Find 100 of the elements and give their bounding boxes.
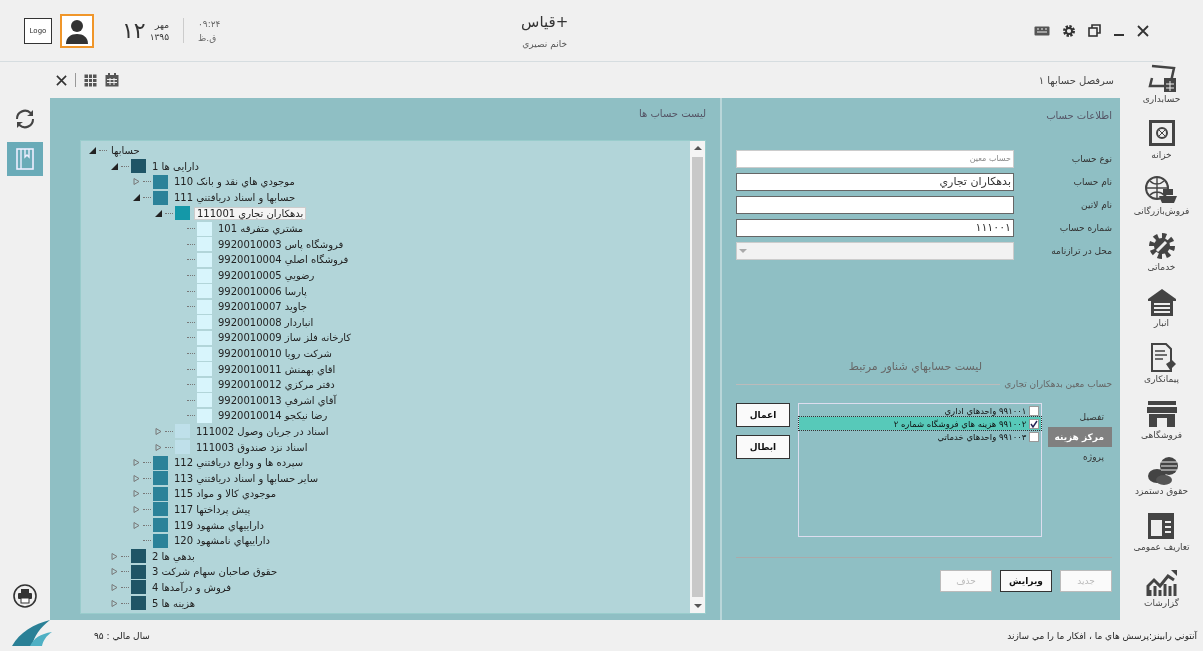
field-label: شماره حساب xyxy=(1058,223,1112,233)
calendar-icon[interactable] xyxy=(105,73,119,87)
node-square xyxy=(197,377,212,392)
expand-triangle-icon[interactable] xyxy=(111,583,118,591)
scroll-up-icon[interactable] xyxy=(693,146,702,150)
nav-item[interactable]: حسابداری xyxy=(1142,62,1181,116)
printer-icon[interactable] xyxy=(13,584,37,608)
nav-item[interactable]: پیمانکاری xyxy=(1143,342,1180,396)
expand-triangle-icon[interactable] xyxy=(155,428,162,435)
checkbox[interactable] xyxy=(1029,405,1040,416)
close-icon[interactable] xyxy=(1137,24,1149,37)
node-square xyxy=(153,455,168,470)
input-field[interactable]: بدهكاران تجاري xyxy=(736,173,1014,191)
node-square xyxy=(153,190,168,205)
fiscal-year: سال مالي : ۹۵ xyxy=(94,630,150,641)
period-text: ق.ظ xyxy=(198,32,218,43)
avatar-button[interactable] xyxy=(60,13,94,48)
node-square xyxy=(153,471,168,486)
category-item[interactable]: مركز هزينه xyxy=(1048,427,1112,447)
day-number: ۱۲ xyxy=(122,18,146,43)
node-square xyxy=(197,330,212,345)
node-square xyxy=(197,346,212,361)
node-square xyxy=(153,175,168,189)
breadcrumb: سرفصل حسابها ۱ xyxy=(1038,74,1114,86)
expand-triangle-icon[interactable] xyxy=(155,443,162,451)
node-square xyxy=(197,362,212,377)
nav-item[interactable]: حقوق دستمزد xyxy=(1134,454,1189,508)
expand-triangle-icon[interactable] xyxy=(111,568,118,576)
node-square xyxy=(131,549,146,564)
collapse-triangle-icon[interactable] xyxy=(133,194,140,202)
section-subtitle: حساب معين بدهكاران تجاري xyxy=(1004,379,1112,389)
node-square xyxy=(197,221,212,236)
field-label: محل در ترازنامه xyxy=(1050,246,1112,256)
expand-triangle-icon[interactable] xyxy=(133,459,140,467)
node-square xyxy=(197,237,212,252)
nav-item[interactable]: فروش‌بازرگانی xyxy=(1133,174,1190,228)
keyboard-icon[interactable] xyxy=(1034,25,1050,36)
close-icon[interactable] xyxy=(56,74,67,86)
expand-triangle-icon[interactable] xyxy=(133,178,140,186)
node-square xyxy=(197,393,212,408)
node-square xyxy=(131,596,146,610)
grid-icon[interactable] xyxy=(84,73,97,87)
scrollbar[interactable] xyxy=(690,141,705,613)
node-square xyxy=(153,518,168,533)
panel-title: اطلاعات حساب xyxy=(1045,110,1112,123)
nav-item[interactable]: خدماتی xyxy=(1143,230,1180,284)
collapse-triangle-icon[interactable] xyxy=(111,162,118,170)
cancel-button[interactable]: ابطال xyxy=(736,435,790,459)
expand-triangle-icon[interactable] xyxy=(133,521,140,529)
node-square xyxy=(197,268,212,283)
expand-triangle-icon[interactable] xyxy=(133,474,140,482)
nav-item[interactable]: گزارشات xyxy=(1143,566,1180,620)
apply-button[interactable]: اعمال xyxy=(736,403,790,427)
section-title: لیست حسابهاي شناور مرتبط xyxy=(847,360,983,373)
node-square xyxy=(197,284,212,299)
restore-icon[interactable] xyxy=(1088,24,1101,37)
list-item[interactable]: ۹۹۱۰۰۱ واحدهاي اداري xyxy=(944,405,1027,416)
node-square xyxy=(153,486,168,501)
scroll-down-icon[interactable] xyxy=(693,604,702,608)
expand-triangle-icon[interactable] xyxy=(111,552,118,560)
node-square xyxy=(175,206,190,221)
node-square xyxy=(131,580,146,595)
input-field[interactable]: ۱۱۱۰۰۱ xyxy=(736,219,1014,237)
nav-item[interactable]: خزانه xyxy=(1143,118,1180,172)
expand-triangle-icon[interactable] xyxy=(111,599,118,607)
expand-triangle-icon[interactable] xyxy=(133,505,140,513)
month-name: مهر xyxy=(155,19,169,30)
category-item[interactable]: تفصيل xyxy=(1048,407,1112,427)
globe-icon xyxy=(1143,174,1180,206)
input-field[interactable] xyxy=(736,196,1014,214)
node-square xyxy=(153,502,168,517)
app-title: قیاس+ xyxy=(521,12,569,31)
node-square xyxy=(131,564,146,579)
category-item[interactable]: پروژه xyxy=(1048,447,1112,467)
caret-icon xyxy=(739,249,747,253)
node-square xyxy=(131,159,146,174)
nav-item[interactable]: فروشگاهی xyxy=(1140,398,1183,452)
checkbox[interactable] xyxy=(1029,431,1040,442)
field-label: نوع حساب xyxy=(1070,154,1112,164)
collapse-triangle-icon[interactable] xyxy=(89,147,96,155)
node-square xyxy=(153,533,168,548)
expand-triangle-icon[interactable] xyxy=(133,490,140,498)
checkbox[interactable] xyxy=(1029,418,1040,429)
node-square xyxy=(197,408,212,423)
logo-icon xyxy=(10,617,54,646)
nav-item[interactable]: تعاریف عمومی xyxy=(1133,510,1190,564)
collapse-triangle-icon[interactable] xyxy=(155,209,162,217)
list-item[interactable]: ۹۹۱۰۰۳ واحدهاي خدماتي xyxy=(937,431,1027,442)
node-square xyxy=(197,252,212,267)
nav-item[interactable]: انبار xyxy=(1143,286,1180,340)
edit-button[interactable]: ويرايش xyxy=(1000,570,1052,592)
settings-icon[interactable] xyxy=(1062,23,1076,38)
node-square xyxy=(197,299,212,314)
year-text: ۱۳۹۵ xyxy=(149,31,169,42)
field-label: نام لاتين xyxy=(1080,200,1112,210)
quote-text: آنتوني رابينز:پرسش هاي ما ، افكار ما را مي سازند xyxy=(1007,630,1197,641)
time-text: ۰۹:۲۴ xyxy=(198,18,221,29)
tree-node[interactable]: حسابها xyxy=(109,145,142,157)
user-name: خانم نصيري xyxy=(522,38,568,49)
panel-title: لیست حساب ها xyxy=(637,108,706,121)
